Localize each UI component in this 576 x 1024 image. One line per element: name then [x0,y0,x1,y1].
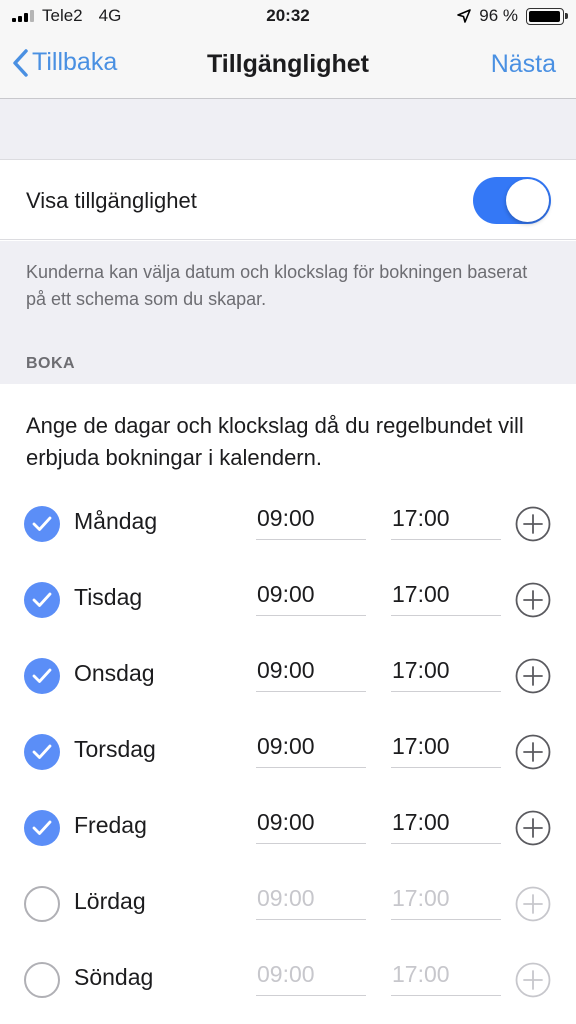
next-button[interactable]: Nästa [491,50,556,79]
start-time-field[interactable]: 09:00 [256,956,366,996]
section-spacer [0,99,576,160]
day-checkbox[interactable] [24,506,60,542]
section-header-boka: BOKA [26,355,76,372]
checkmark-icon [32,516,52,531]
navigation-bar: Tillbaka Tillgänglighet Nästa [0,32,576,99]
start-time-field[interactable]: 09:00 [256,804,366,844]
status-bar: Tele2 4G 20:32 96 % [0,0,576,32]
page-title: Tillgänglighet [206,50,370,78]
start-time-value: 09:00 [257,961,315,987]
day-name: Lördag [74,888,146,914]
day-checkbox[interactable] [24,886,60,922]
add-time-slot-button[interactable] [515,658,551,694]
end-time-field[interactable]: 17:00 [391,500,501,540]
end-time-field[interactable]: 17:00 [391,880,501,920]
day-row: Onsdag 09:00 17:00 [0,642,576,718]
day-row: Söndag 09:00 17:00 [0,946,576,1022]
checkmark-icon [32,592,52,607]
end-time-field[interactable]: 17:00 [391,956,501,996]
add-time-slot-button[interactable] [515,506,551,542]
add-time-slot-button[interactable] [515,886,551,922]
day-row: Torsdag 09:00 17:00 [0,718,576,794]
add-time-slot-button[interactable] [515,734,551,770]
battery-icon [526,7,568,25]
start-time-field[interactable]: 09:00 [256,652,366,692]
end-time-value: 17:00 [392,961,450,987]
day-row: Lördag 09:00 17:00 [0,870,576,946]
availability-switch[interactable] [473,177,551,224]
end-time-value: 17:00 [392,505,450,531]
start-time-value: 09:00 [257,657,315,683]
start-time-value: 09:00 [257,885,315,911]
day-name: Måndag [74,508,158,534]
start-time-value: 09:00 [257,581,315,607]
day-name: Fredag [74,812,147,838]
start-time-field[interactable]: 09:00 [256,576,366,616]
day-checkbox[interactable] [24,658,60,694]
battery-percent: 96 % [479,6,518,25]
day-row: Fredag 09:00 17:00 [0,794,576,870]
status-right: 96 % [457,6,568,26]
add-time-slot-button[interactable] [515,810,551,846]
day-row: Tisdag 09:00 17:00 [0,566,576,642]
start-time-field[interactable]: 09:00 [256,500,366,540]
checkmark-icon [32,744,52,759]
end-time-value: 17:00 [392,733,450,759]
day-checkbox[interactable] [24,962,60,998]
add-time-slot-button[interactable] [515,582,551,618]
day-checkbox[interactable] [24,810,60,846]
end-time-value: 17:00 [392,657,450,683]
day-checkbox[interactable] [24,734,60,770]
start-time-value: 09:00 [257,505,315,531]
end-time-field[interactable]: 17:00 [391,652,501,692]
day-row: Måndag 09:00 17:00 [0,490,576,566]
end-time-field[interactable]: 17:00 [391,728,501,768]
day-name: Söndag [74,964,154,990]
day-checkbox[interactable] [24,582,60,618]
availability-description: Kunderna kan välja datum och klockslag f… [26,262,528,309]
switch-knob [506,179,549,222]
battery-level [529,10,560,22]
day-name: Torsdag [74,736,156,762]
end-time-value: 17:00 [392,885,450,911]
end-time-field[interactable]: 17:00 [391,804,501,844]
start-time-field[interactable]: 09:00 [256,880,366,920]
availability-toggle-label: Visa tillgänglighet [26,188,197,213]
booking-intro-text: Ange de dagar och klockslag då du regelb… [26,413,524,470]
day-name: Tisdag [74,584,143,610]
day-name: Onsdag [74,660,155,686]
start-time-value: 09:00 [257,809,315,835]
availability-info-section: Kunderna kan välja datum och klockslag f… [0,241,576,384]
checkmark-icon [32,820,52,835]
end-time-value: 17:00 [392,809,450,835]
end-time-value: 17:00 [392,581,450,607]
start-time-value: 09:00 [257,733,315,759]
checkmark-icon [32,668,52,683]
start-time-field[interactable]: 09:00 [256,728,366,768]
location-arrow-icon [457,9,472,23]
end-time-field[interactable]: 17:00 [391,576,501,616]
add-time-slot-button[interactable] [515,962,551,998]
